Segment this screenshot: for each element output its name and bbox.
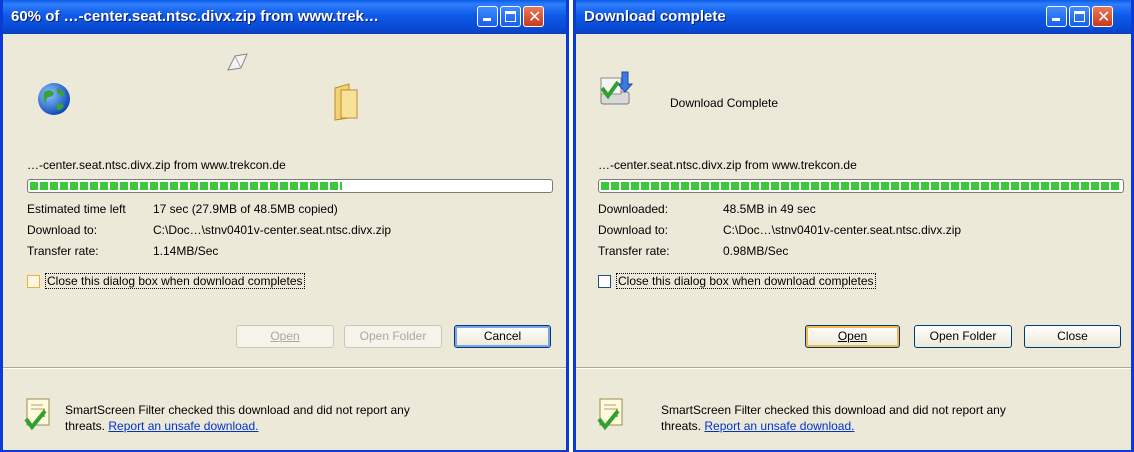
download-complete-dialog: Download complete ✕ Download Complete …-… — [573, 0, 1134, 452]
minimize-button[interactable] — [477, 6, 498, 27]
download-progress-bar — [27, 179, 553, 193]
folder-icon — [334, 83, 358, 121]
source-line: …-center.seat.ntsc.divx.zip from www.tre… — [598, 158, 857, 172]
time-left-value: 17 sec (27.9MB of 48.5MB copied) — [153, 202, 338, 216]
window-title: Download complete — [584, 8, 726, 25]
transfer-rate-label: Transfer rate: — [598, 244, 670, 258]
source-line: …-center.seat.ntsc.divx.zip from www.tre… — [27, 158, 286, 172]
open-button-label: Open — [837, 329, 868, 343]
report-unsafe-link[interactable]: Report an unsafe download. — [108, 419, 258, 433]
downloaded-label: Downloaded: — [598, 202, 669, 216]
smartscreen-shield-icon: ! — [24, 398, 50, 431]
download-to-value: C:\Doc…\stnv0401v-center.seat.ntsc.divx.… — [723, 223, 962, 237]
smartscreen-footer: ! SmartScreen Filter checked this downlo… — [576, 367, 1131, 450]
cancel-button-label: Cancel — [483, 329, 522, 343]
maximize-icon — [1074, 11, 1085, 22]
close-dialog-button[interactable]: Close — [1024, 325, 1121, 348]
smartscreen-text: SmartScreen Filter checked this download… — [661, 403, 1006, 417]
download-progress-dialog: 60% of …-center.seat.ntsc.divx.zip from … — [0, 0, 569, 452]
cancel-button[interactable]: Cancel — [454, 325, 551, 348]
open-folder-button[interactable]: Open Folder — [344, 325, 442, 348]
close-when-complete-checkbox[interactable] — [27, 275, 40, 288]
downloaded-value: 48.5MB in 49 sec — [723, 202, 816, 216]
transfer-rate-value: 1.14MB/Sec — [153, 244, 219, 258]
maximize-button[interactable] — [1069, 6, 1090, 27]
title-bar[interactable]: Download complete ✕ — [576, 0, 1131, 34]
dialog-body: …-center.seat.ntsc.divx.zip from www.tre… — [3, 34, 566, 366]
complete-heading: Download Complete — [670, 96, 779, 110]
download-progress-bar — [598, 179, 1124, 193]
download-to-label: Download to: — [27, 223, 98, 237]
close-icon: ✕ — [1097, 9, 1111, 26]
maximize-button[interactable] — [500, 6, 521, 27]
open-folder-button-label: Open Folder — [359, 329, 427, 343]
progress-fill — [601, 182, 1121, 190]
smartscreen-footer: ! SmartScreen Filter checked this downlo… — [3, 367, 566, 450]
close-when-complete-label[interactable]: Close this dialog box when download comp… — [45, 273, 305, 289]
dialog-body: Download Complete …-center.seat.ntsc.div… — [576, 34, 1131, 366]
open-button[interactable]: Open — [236, 325, 334, 348]
smartscreen-shield-icon: ! — [597, 398, 623, 431]
download-to-value: C:\Doc…\stnv0401v-center.seat.ntsc.divx.… — [153, 223, 392, 237]
minimize-icon — [483, 18, 491, 21]
report-unsafe-link[interactable]: Report an unsafe download. — [704, 419, 854, 433]
close-when-complete-checkbox[interactable] — [598, 275, 611, 288]
transfer-rate-label: Transfer rate: — [27, 244, 99, 258]
close-when-complete-label[interactable]: Close this dialog box when download comp… — [616, 273, 876, 289]
smartscreen-text-2: threats. — [661, 419, 702, 433]
download-to-label: Download to: — [598, 223, 669, 237]
maximize-icon — [505, 11, 516, 22]
title-bar[interactable]: 60% of …-center.seat.ntsc.divx.zip from … — [3, 0, 566, 34]
close-icon: ✕ — [528, 9, 542, 26]
open-button[interactable]: Open — [805, 325, 900, 348]
globe-icon — [38, 83, 70, 115]
minimize-button[interactable] — [1046, 6, 1067, 27]
open-folder-button-label: Open Folder — [929, 329, 997, 343]
close-button[interactable]: ✕ — [523, 6, 544, 27]
window-title: 60% of …-center.seat.ntsc.divx.zip from … — [11, 8, 379, 25]
progress-fill — [30, 182, 342, 190]
minimize-icon — [1052, 18, 1060, 21]
open-folder-button[interactable]: Open Folder — [914, 325, 1012, 348]
close-dialog-button-label: Close — [1057, 329, 1088, 343]
smartscreen-text-2: threats. — [65, 419, 106, 433]
smartscreen-text: SmartScreen Filter checked this download… — [65, 403, 410, 417]
close-button[interactable]: ✕ — [1092, 6, 1113, 27]
flying-paper-icon — [227, 53, 248, 71]
download-complete-icon — [600, 71, 634, 105]
open-button-label: Open — [270, 329, 300, 343]
transfer-rate-value: 0.98MB/Sec — [723, 244, 789, 258]
time-left-label: Estimated time left — [27, 202, 126, 216]
